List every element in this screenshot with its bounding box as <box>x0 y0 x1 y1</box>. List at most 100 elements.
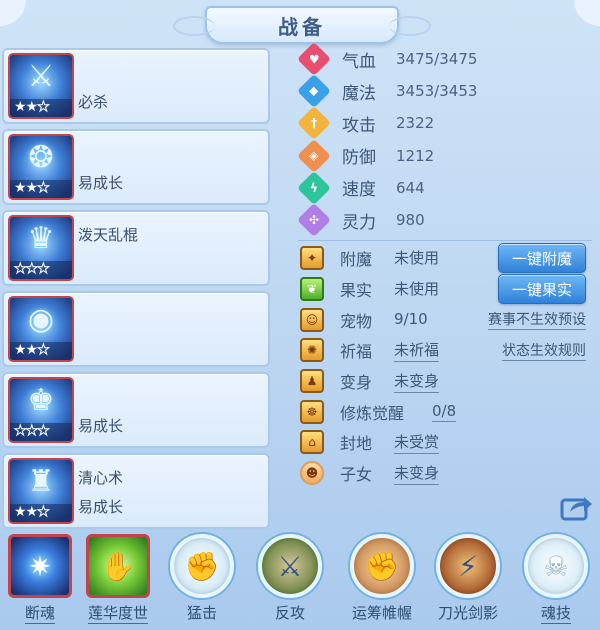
stat-label: 防御 <box>342 148 376 169</box>
star-rating: ★★★ <box>10 180 72 198</box>
stat-row-spirit: ✣ 灵力 980 <box>297 203 598 238</box>
active-skill[interactable]: ✊ 运筹帷幄 <box>342 528 422 630</box>
star-rating: ★★★ <box>10 504 72 522</box>
skill-label: 莲华度世 <box>87 604 148 624</box>
stat-value: 3453/3453 <box>396 82 478 101</box>
stat-label: 攻击 <box>342 115 376 136</box>
corner-ornament <box>574 0 600 26</box>
child-icon: ☻ <box>300 461 324 486</box>
blessing-icon: ✺ <box>300 338 324 363</box>
sword-icon[interactable]: ⚔ ★★★ <box>8 53 74 119</box>
stat-value: 2322 <box>396 114 435 133</box>
lotus-hand-icon[interactable]: ✋ <box>86 534 150 598</box>
mana-icon: ◆ <box>297 74 331 109</box>
stat-value: 644 <box>396 178 425 197</box>
active-skill[interactable]: ☠ 魂技 <box>516 528 596 630</box>
skill-slot[interactable]: ❂ ★★★ 易成长 <box>2 129 270 205</box>
skill-label: 运筹帷幄 <box>351 604 412 622</box>
skill-label: 猛击 <box>186 604 217 622</box>
skill-name: 清心术 <box>78 469 124 487</box>
skill-name: 泼天乱棍 <box>78 226 139 244</box>
strategy-icon[interactable]: ✊ <box>350 534 414 598</box>
status-value: 未使用 <box>394 249 440 268</box>
active-skill[interactable]: ✊ 猛击 <box>162 528 242 630</box>
active-skill-bar: ✷ 断魂 ✋ 莲华度世 ✊ 猛击 ⚔ 反攻 ✊ 运筹帷幄 ⚡ 刀光剑影 ☠ 魂技 <box>0 528 600 630</box>
status-rules-link[interactable]: 状态生效规则 <box>502 340 586 361</box>
transform-icon: ♟ <box>300 369 324 394</box>
fief-value-link[interactable]: 未受赏 <box>394 431 440 454</box>
cultivation-value-link[interactable]: 0/8 <box>432 402 457 422</box>
divider <box>298 240 592 241</box>
star-rating: ★★★ <box>10 342 72 360</box>
stat-value: 3475/3475 <box>396 50 478 69</box>
one-click-enchant-button[interactable]: 一键附魔 <box>498 243 586 274</box>
attack-icon: † <box>297 106 331 141</box>
skill-tag: 必杀 <box>78 93 109 111</box>
skill-slot[interactable]: ♚ ★★★ 易成长 <box>2 372 270 448</box>
status-row-fief: ⌂ 封地 未受赏 <box>298 427 598 458</box>
active-skill[interactable]: ✷ 断魂 <box>0 528 80 630</box>
heart-icon: ♥ <box>297 42 331 77</box>
status-row-transform: ♟ 变身 未变身 <box>298 366 598 397</box>
status-label: 修炼觉醒 <box>340 403 405 423</box>
pet-icon: ☺ <box>300 307 324 332</box>
title-banner: 战备 <box>173 6 431 44</box>
status-value: 9/10 <box>394 310 428 329</box>
active-skill[interactable]: ⚔ 反攻 <box>250 528 330 630</box>
status-row-children: ☻ 子女 未变身 <box>298 458 598 489</box>
corner-ornament <box>0 0 26 26</box>
attribute-panel: ♥ 气血 3475/3475 ◆ 魔法 3453/3453 † 攻击 2322 … <box>297 42 598 238</box>
status-value: 未使用 <box>394 280 440 299</box>
skill-slot[interactable]: ◉ ★★★ <box>2 291 270 367</box>
status-row-enchant: ✦ 附魔 未使用 一键附魔 <box>298 243 598 274</box>
one-click-fruit-button[interactable]: 一键果实 <box>498 274 586 305</box>
stat-label: 速度 <box>342 180 376 201</box>
blade-icon[interactable]: ⚡ <box>436 534 500 598</box>
stat-label: 灵力 <box>342 212 376 233</box>
stat-label: 气血 <box>342 51 376 72</box>
blessing-value-link[interactable]: 未祈福 <box>394 339 440 362</box>
fist-icon[interactable]: ✊ <box>170 534 234 598</box>
status-label: 子女 <box>340 465 373 485</box>
share-icon[interactable] <box>560 492 594 522</box>
fief-icon: ⌂ <box>300 430 324 455</box>
defense-icon: ◈ <box>297 138 331 173</box>
skill-tag: 易成长 <box>78 498 124 516</box>
stat-value: 980 <box>396 211 425 230</box>
armor-icon[interactable]: ♛ ★★★ <box>8 215 74 281</box>
star-rating: ★★★ <box>10 423 72 441</box>
status-row-pet: ☺ 宠物 9/10 赛事不生效预设 <box>298 304 598 335</box>
status-label: 封地 <box>340 434 373 454</box>
stat-value: 1212 <box>396 146 435 165</box>
active-skill[interactable]: ⚡ 刀光剑影 <box>428 528 508 630</box>
skill-slot[interactable]: ⚔ ★★★ 必杀 <box>2 48 270 124</box>
status-label: 变身 <box>340 373 373 393</box>
star-rating: ★★★ <box>10 99 72 117</box>
fruit-icon: ❦ <box>300 277 324 302</box>
status-row-blessing: ✺ 祈福 未祈福 状态生效规则 <box>298 335 598 366</box>
status-label: 附魔 <box>340 250 373 270</box>
status-label: 宠物 <box>340 311 373 331</box>
skull-icon[interactable]: ☠ <box>524 534 588 598</box>
orb-icon[interactable]: ◉ ★★★ <box>8 296 74 362</box>
active-skill[interactable]: ✋ 莲华度世 <box>78 528 158 630</box>
transform-value-link[interactable]: 未变身 <box>394 370 440 393</box>
status-panel: ✦ 附魔 未使用 一键附魔 ❦ 果实 未使用 一键果实 ☺ 宠物 9/10 赛事… <box>298 243 598 489</box>
spirit-icon[interactable]: ♜ ★★★ <box>8 458 74 524</box>
stat-label: 魔法 <box>342 83 376 104</box>
counter-icon[interactable]: ⚔ <box>258 534 322 598</box>
skill-tag: 易成长 <box>78 417 124 435</box>
tournament-preset-link[interactable]: 赛事不生效预设 <box>488 309 586 331</box>
stat-row-hp: ♥ 气血 3475/3475 <box>297 42 598 77</box>
skill-slot[interactable]: ♛ ★★★ 泼天乱棍 <box>2 210 270 286</box>
skill-slot[interactable]: ♜ ★★★ 清心术 易成长 <box>2 453 270 529</box>
status-row-cultivation: ☸ 修炼觉醒 0/8 <box>298 396 598 427</box>
stat-row-mp: ◆ 魔法 3453/3453 <box>297 74 598 109</box>
skill-label: 魂技 <box>540 604 571 624</box>
page-title: 战备 <box>278 14 326 39</box>
stat-row-attack: † 攻击 2322 <box>297 106 598 141</box>
children-value-link[interactable]: 未变身 <box>394 462 440 485</box>
crown-icon[interactable]: ♚ ★★★ <box>8 377 74 443</box>
beast-icon[interactable]: ❂ ★★★ <box>8 134 74 200</box>
soul-icon[interactable]: ✷ <box>8 534 72 598</box>
